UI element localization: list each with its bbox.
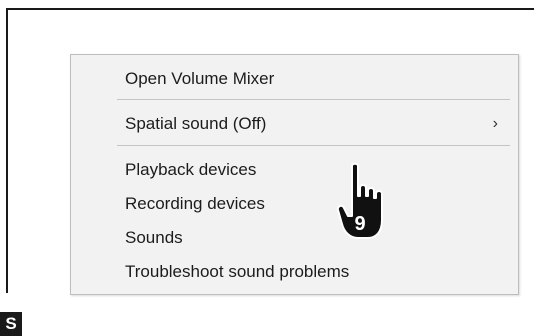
sound-context-menu: Open Volume Mixer Spatial sound (Off) › … bbox=[70, 54, 519, 295]
menu-separator bbox=[117, 99, 510, 100]
step-number: 9 bbox=[354, 213, 365, 235]
menu-item-label: Troubleshoot sound problems bbox=[125, 262, 350, 281]
section-tag: S bbox=[0, 312, 22, 336]
menu-item-label: Playback devices bbox=[125, 160, 257, 179]
menu-item-label: Recording devices bbox=[125, 194, 265, 213]
menu-item-spatial-sound[interactable]: Spatial sound (Off) › bbox=[71, 107, 518, 141]
menu-item-recording-devices[interactable]: Recording devices bbox=[71, 187, 518, 221]
menu-item-troubleshoot-sound-problems[interactable]: Troubleshoot sound problems bbox=[71, 255, 518, 289]
menu-item-open-volume-mixer[interactable]: Open Volume Mixer bbox=[71, 62, 518, 96]
menu-item-label: Spatial sound (Off) bbox=[125, 114, 267, 133]
pointing-hand-icon: 9 bbox=[336, 162, 383, 239]
menu-item-sounds[interactable]: Sounds bbox=[71, 221, 518, 255]
menu-item-label: Open Volume Mixer bbox=[125, 69, 275, 88]
menu-separator bbox=[117, 145, 510, 146]
menu-item-playback-devices[interactable]: Playback devices bbox=[71, 153, 518, 187]
menu-item-label: Sounds bbox=[125, 228, 183, 247]
chevron-right-icon: › bbox=[492, 115, 498, 132]
